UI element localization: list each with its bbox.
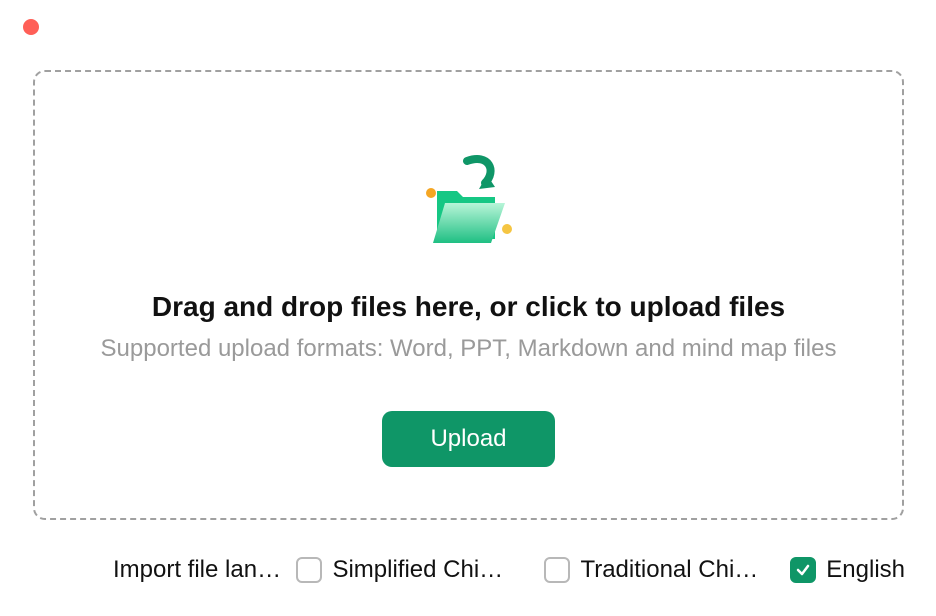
- window-controls: [23, 19, 39, 35]
- checkbox-label: Simplified Chin…: [332, 556, 512, 584]
- language-option-english[interactable]: English: [790, 556, 905, 584]
- upload-button[interactable]: Upload: [382, 411, 554, 467]
- folder-import-icon: [409, 153, 529, 263]
- language-option-traditional-chinese[interactable]: Traditional Chi…: [544, 556, 758, 584]
- import-language-row: Import file lang… Simplified Chin… Tradi…: [113, 556, 905, 584]
- dropzone-subtext: Supported upload formats: Word, PPT, Mar…: [101, 335, 837, 363]
- import-language-label: Import file lang…: [113, 556, 286, 584]
- checkbox-simplified-chinese[interactable]: [296, 557, 322, 583]
- close-icon[interactable]: [23, 19, 39, 35]
- checkbox-english[interactable]: [790, 557, 816, 583]
- checkbox-label: English: [826, 556, 905, 584]
- dropzone-heading: Drag and drop files here, or click to up…: [152, 291, 785, 323]
- file-dropzone[interactable]: Drag and drop files here, or click to up…: [33, 70, 904, 520]
- checkbox-label: Traditional Chi…: [580, 556, 758, 584]
- checkbox-traditional-chinese[interactable]: [544, 557, 570, 583]
- language-option-simplified-chinese[interactable]: Simplified Chin…: [296, 556, 512, 584]
